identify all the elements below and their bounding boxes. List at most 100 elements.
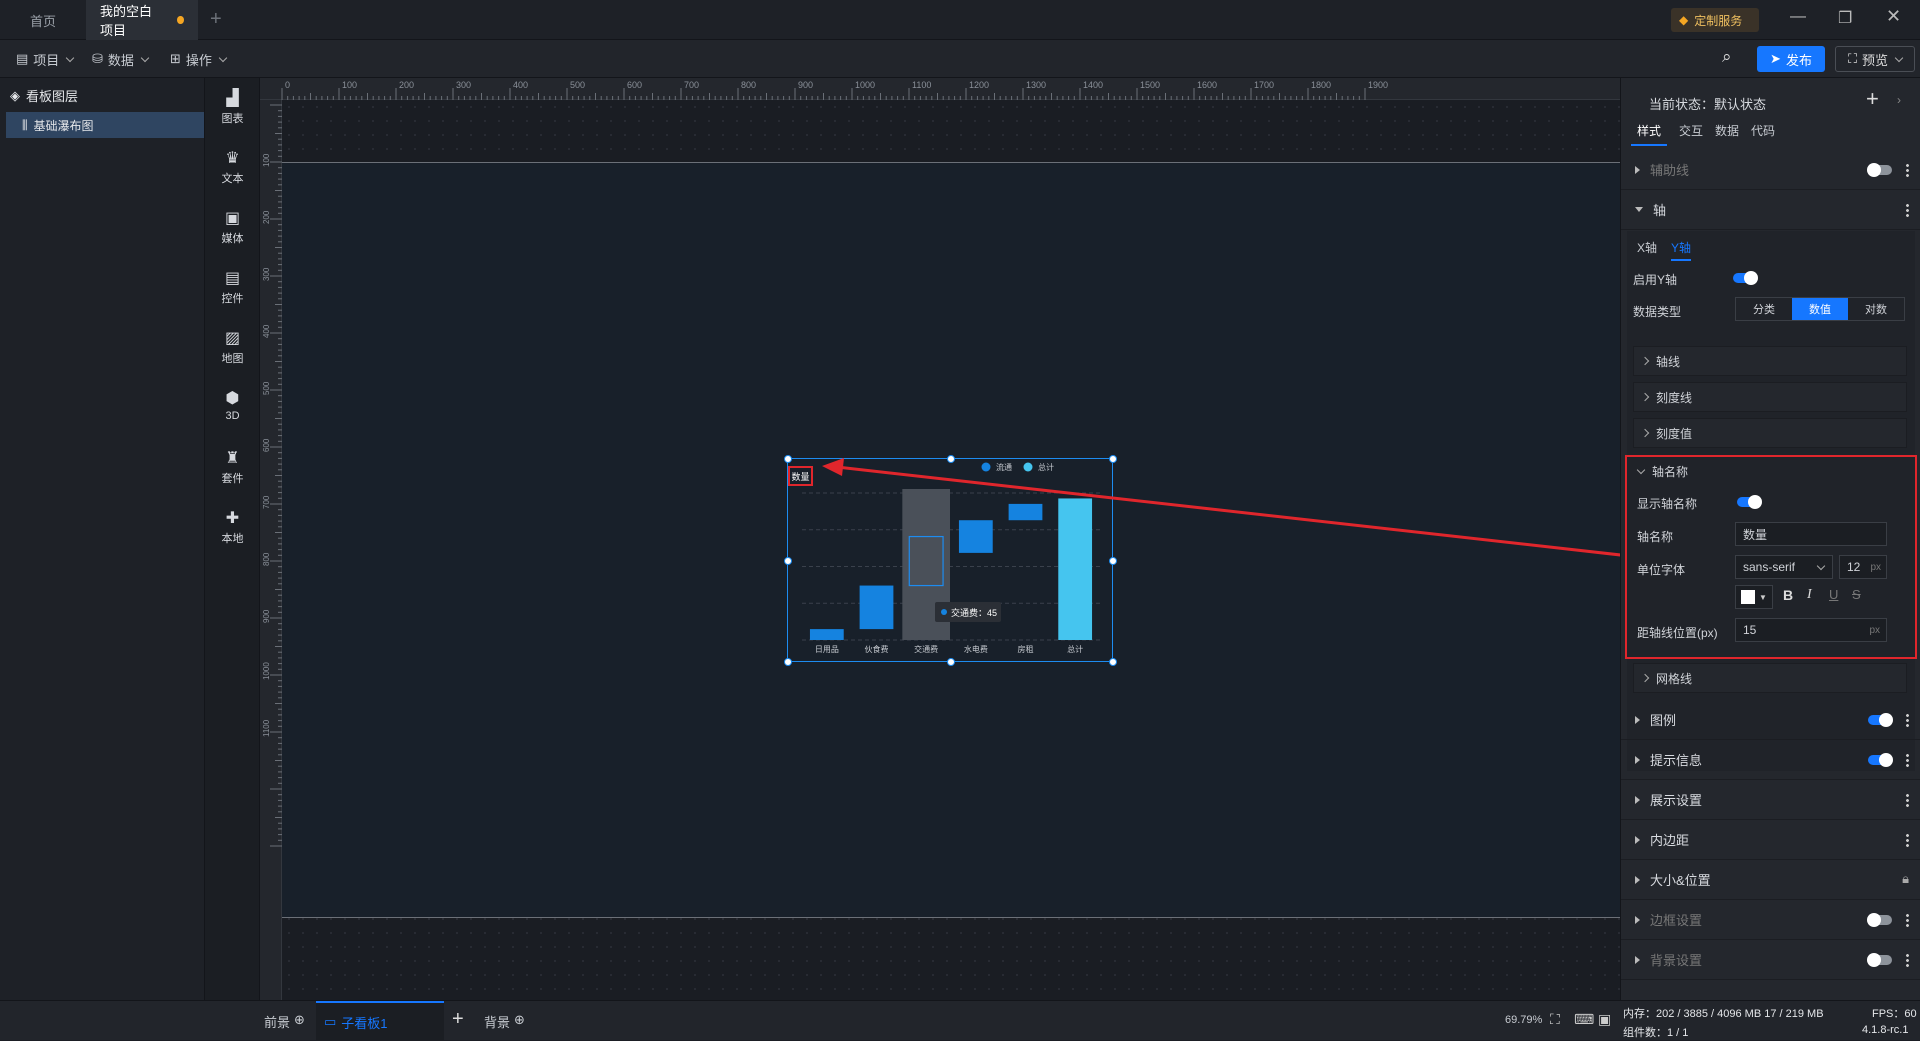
more-icon[interactable]: [1906, 713, 1909, 727]
font-color-picker[interactable]: ▼: [1735, 585, 1773, 609]
axis-name-input[interactable]: 数量: [1735, 522, 1887, 546]
back-layer-button[interactable]: 背景 ⊕: [484, 1012, 525, 1031]
chevron-right-icon[interactable]: ›: [1897, 93, 1901, 107]
section-tooltip[interactable]: 提示信息: [1621, 740, 1920, 780]
more-icon[interactable]: [1906, 953, 1909, 967]
lock-icon[interactable]: 🔒︎: [1902, 871, 1909, 887]
section-padding[interactable]: 内边距: [1621, 820, 1920, 860]
canvas-area[interactable]: 0 100 200 300 400 500 600 700 800 900 1000 1100 1200…: [260, 78, 1620, 1000]
comp-media[interactable]: ▣ 媒体: [205, 210, 260, 246]
zoom-level[interactable]: 69.79%: [1505, 1014, 1542, 1026]
comp-chart[interactable]: ▟ 图表: [205, 90, 260, 126]
section-border[interactable]: 边框设置: [1621, 900, 1920, 940]
strikethrough-icon[interactable]: S: [1852, 587, 1861, 602]
publish-button[interactable]: ➤ 发布: [1757, 46, 1825, 72]
ops-menu[interactable]: ⊞ 操作: [166, 48, 230, 70]
board[interactable]: 日用品 伙食费 交通费 水电费 房租 总计 流通 总计 数量 交通费：45: [282, 162, 1620, 918]
axis-name-highlight-box: 轴名称 显示轴名称 轴名称 数量 单位字体 sans-serif 12 px ▼ …: [1625, 455, 1917, 659]
ruler-label: 1800: [1311, 80, 1331, 90]
offset-input[interactable]: 15 px: [1735, 618, 1887, 642]
search-icon[interactable]: ⌕: [1722, 47, 1732, 67]
comp-local[interactable]: ✚ 本地: [205, 510, 260, 546]
type-category[interactable]: 分类: [1736, 298, 1792, 320]
tab-style[interactable]: 样式: [1631, 118, 1668, 146]
background-toggle[interactable]: [1867, 953, 1892, 967]
tab-sub-board[interactable]: ▭ 子看板1: [316, 1001, 444, 1041]
bold-icon[interactable]: B: [1783, 587, 1793, 603]
custom-service-button[interactable]: ◆ 定制服务: [1671, 8, 1759, 32]
comp-control[interactable]: ▤ 控件: [205, 270, 260, 306]
type-log[interactable]: 对数: [1848, 298, 1904, 320]
section-size-position[interactable]: 大小&位置 🔒︎: [1621, 860, 1920, 900]
sub-grid-line[interactable]: 网格线: [1633, 663, 1907, 693]
ruler-label: 500: [262, 381, 271, 395]
more-icon[interactable]: [1906, 163, 1909, 177]
comp-kit[interactable]: ♜ 套件: [205, 450, 260, 486]
resize-handle[interactable]: [784, 658, 792, 666]
legend-toggle[interactable]: [1868, 713, 1893, 727]
document-icon: ▤: [16, 51, 29, 66]
border-toggle[interactable]: [1867, 913, 1892, 927]
preview-button[interactable]: ⛶ 预览: [1835, 46, 1915, 72]
project-menu[interactable]: ▤ 项目: [12, 48, 77, 70]
sub-tick-line[interactable]: 刻度线: [1633, 382, 1907, 412]
tooltip-toggle[interactable]: [1868, 753, 1893, 767]
fullscreen-icon: ⛶: [1847, 51, 1858, 66]
caret-right-icon: [1635, 835, 1640, 844]
component-count: 组件数：1 / 1: [1623, 1027, 1689, 1039]
more-icon[interactable]: [1906, 833, 1909, 847]
more-icon[interactable]: [1906, 913, 1909, 927]
section-display[interactable]: 展示设置: [1621, 780, 1920, 820]
more-icon[interactable]: [1906, 203, 1909, 217]
ruler-label: 1400: [1083, 80, 1103, 90]
section-aux-line[interactable]: 辅助线: [1621, 150, 1920, 190]
add-board-icon[interactable]: +: [452, 1008, 464, 1031]
restore-icon[interactable]: ❐: [1838, 8, 1852, 28]
close-icon[interactable]: ✕: [1886, 6, 1901, 27]
fit-screen-icon[interactable]: ⛶: [1550, 1011, 1560, 1028]
resize-handle[interactable]: [947, 658, 955, 666]
add-state-icon[interactable]: +: [1866, 86, 1879, 112]
comp-3d[interactable]: ⬢ 3D: [205, 390, 260, 422]
sub-axis-name[interactable]: 轴名称: [1635, 463, 1688, 480]
section-axis[interactable]: 轴: [1621, 190, 1920, 230]
italic-icon[interactable]: I: [1807, 587, 1812, 603]
resize-handle[interactable]: [1109, 658, 1117, 666]
layer-item[interactable]: ⫼ 基础瀑布图: [6, 112, 204, 138]
database-icon: ⛁: [92, 51, 103, 66]
aux-line-toggle[interactable]: [1867, 163, 1892, 177]
add-tab-icon[interactable]: +: [210, 8, 222, 31]
chart-icon: ⫼: [22, 117, 28, 132]
font-family-select[interactable]: sans-serif: [1735, 555, 1833, 579]
tab-project[interactable]: 我的空白项目: [86, 0, 198, 40]
enable-y-label: 启用Y轴: [1633, 273, 1678, 287]
tab-interaction[interactable]: 交互: [1679, 118, 1703, 146]
terminal-icon[interactable]: ▣: [1598, 1011, 1611, 1028]
tab-home[interactable]: 首页: [16, 0, 70, 40]
data-menu[interactable]: ⛁ 数据: [88, 48, 152, 70]
sub-tick-value[interactable]: 刻度值: [1633, 418, 1907, 448]
show-axis-name-toggle[interactable]: [1737, 495, 1762, 509]
caret-right-icon: [1635, 915, 1640, 924]
minimize-icon[interactable]: —: [1790, 8, 1806, 26]
tab-x-axis[interactable]: X轴: [1637, 239, 1657, 256]
tab-data[interactable]: 数据: [1715, 118, 1739, 146]
comp-text[interactable]: ♛ 文本: [205, 150, 260, 186]
comp-map[interactable]: ▨ 地图: [205, 330, 260, 366]
front-layer-button[interactable]: 前景 ⊕: [264, 1012, 305, 1031]
chart-tooltip: 交通费：45: [935, 602, 1001, 622]
section-background[interactable]: 背景设置: [1621, 940, 1920, 980]
keyboard-icon[interactable]: ⌨: [1574, 1011, 1594, 1028]
underline-icon[interactable]: U: [1829, 587, 1838, 602]
tab-code[interactable]: 代码: [1751, 118, 1775, 146]
more-icon[interactable]: [1906, 793, 1909, 807]
ruler-label: 1900: [1368, 80, 1388, 90]
ruler-label: 1100: [262, 719, 271, 737]
type-value[interactable]: 数值: [1792, 298, 1848, 320]
section-legend[interactable]: 图例: [1621, 700, 1920, 740]
sub-axis-line[interactable]: 轴线: [1633, 346, 1907, 376]
font-size-input[interactable]: 12 px: [1839, 555, 1887, 579]
enable-y-toggle[interactable]: [1733, 271, 1758, 285]
more-icon[interactable]: [1906, 753, 1909, 767]
tab-y-axis[interactable]: Y轴: [1671, 239, 1692, 261]
